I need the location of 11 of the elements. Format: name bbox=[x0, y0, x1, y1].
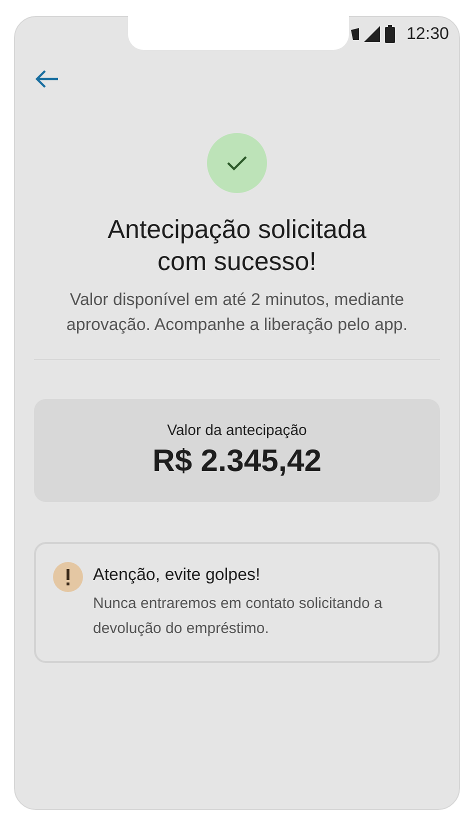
amount-label: Valor da antecipação bbox=[167, 422, 307, 439]
amount-value: R$ 2.345,42 bbox=[152, 443, 322, 479]
success-message: Valor disponível em até 2 minutos, mediante aprovação. Acompanhe a liberação pelo app. bbox=[65, 289, 409, 336]
success-title: Antecipação solicitada com sucesso! bbox=[108, 213, 366, 277]
battery-icon bbox=[385, 25, 396, 43]
warning-icon bbox=[53, 562, 83, 592]
status-time: 12:30 bbox=[406, 24, 449, 44]
warning-message: Nunca entraremos em contato solicitando a devolução do empréstimo. bbox=[93, 594, 384, 639]
signal-icon bbox=[364, 26, 380, 42]
warning-title: Atenção, evite golpes! bbox=[93, 565, 262, 585]
back-arrow-icon[interactable] bbox=[35, 69, 59, 89]
